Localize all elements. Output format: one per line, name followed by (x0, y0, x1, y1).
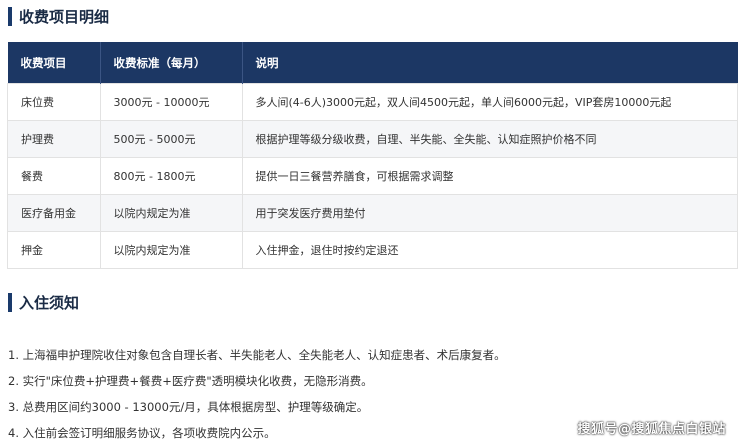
cell-item: 押金 (7, 231, 101, 269)
heading-accent-bar (8, 292, 12, 312)
admission-notes-heading: 入住须知 (8, 292, 79, 312)
cell-description: 多人间(4-6人)3000元起，双人间4500元起，单人间6000元起，VIP套… (241, 83, 738, 121)
table-row: 医疗备用金 以院内规定为准 用于突发医疗费用垫付 (7, 194, 738, 232)
heading-accent-bar (8, 6, 12, 26)
header-standard: 收费标准（每月） (100, 42, 243, 84)
cell-description: 入住押金，退住时按约定退还 (241, 231, 738, 269)
admission-notes-list: 1. 上海福申护理院收住对象包含自理长者、半失能老人、全失能老人、认知症患者、术… (8, 342, 506, 446)
fee-details-heading: 收费项目明细 (8, 6, 109, 26)
note-item: 1. 上海福申护理院收住对象包含自理长者、半失能老人、全失能老人、认知症患者、术… (8, 348, 506, 362)
cell-description: 根据护理等级分级收费，自理、半失能、全失能、认知症照护价格不同 (241, 120, 738, 158)
cell-standard: 以院内规定为准 (99, 231, 243, 269)
header-item: 收费项目 (7, 42, 101, 84)
cell-description: 用于突发医疗费用垫付 (241, 194, 738, 232)
header-description: 说明 (242, 42, 738, 84)
fee-table: 收费项目 收费标准（每月） 说明 床位费 3000元 - 10000元 多人间(… (7, 42, 738, 269)
note-item: 4. 入住前会签订明细服务协议，各项收费院内公示。 (8, 426, 276, 440)
admission-notes-title: 入住须知 (19, 293, 80, 312)
note-item: 3. 总费用区间约3000 - 13000元/月，具体根据房型、护理等级确定。 (8, 400, 369, 414)
watermark: 搜狐号@搜狐焦点白银站 (577, 422, 726, 437)
table-row: 床位费 3000元 - 10000元 多人间(4-6人)3000元起，双人间45… (7, 83, 738, 121)
fee-details-title: 收费项目明细 (19, 7, 110, 26)
table-row: 护理费 500元 - 5000元 根据护理等级分级收费，自理、半失能、全失能、认… (7, 120, 738, 158)
table-row: 押金 以院内规定为准 入住押金，退住时按约定退还 (7, 231, 738, 269)
cell-description: 提供一日三餐营养膳食，可根据需求调整 (241, 157, 738, 195)
table-row: 餐费 800元 - 1800元 提供一日三餐营养膳食，可根据需求调整 (7, 157, 738, 195)
cell-standard: 800元 - 1800元 (99, 157, 243, 195)
note-item: 2. 实行"床位费+护理费+餐费+医疗费"透明模块化收费，无隐形消费。 (8, 374, 373, 388)
cell-item: 护理费 (7, 120, 101, 158)
cell-item: 医疗备用金 (7, 194, 101, 232)
cell-item: 床位费 (7, 83, 101, 121)
table-header-row: 收费项目 收费标准（每月） 说明 (7, 42, 738, 84)
cell-item: 餐费 (7, 157, 101, 195)
cell-standard: 3000元 - 10000元 (99, 83, 243, 121)
cell-standard: 以院内规定为准 (99, 194, 243, 232)
cell-standard: 500元 - 5000元 (99, 120, 243, 158)
